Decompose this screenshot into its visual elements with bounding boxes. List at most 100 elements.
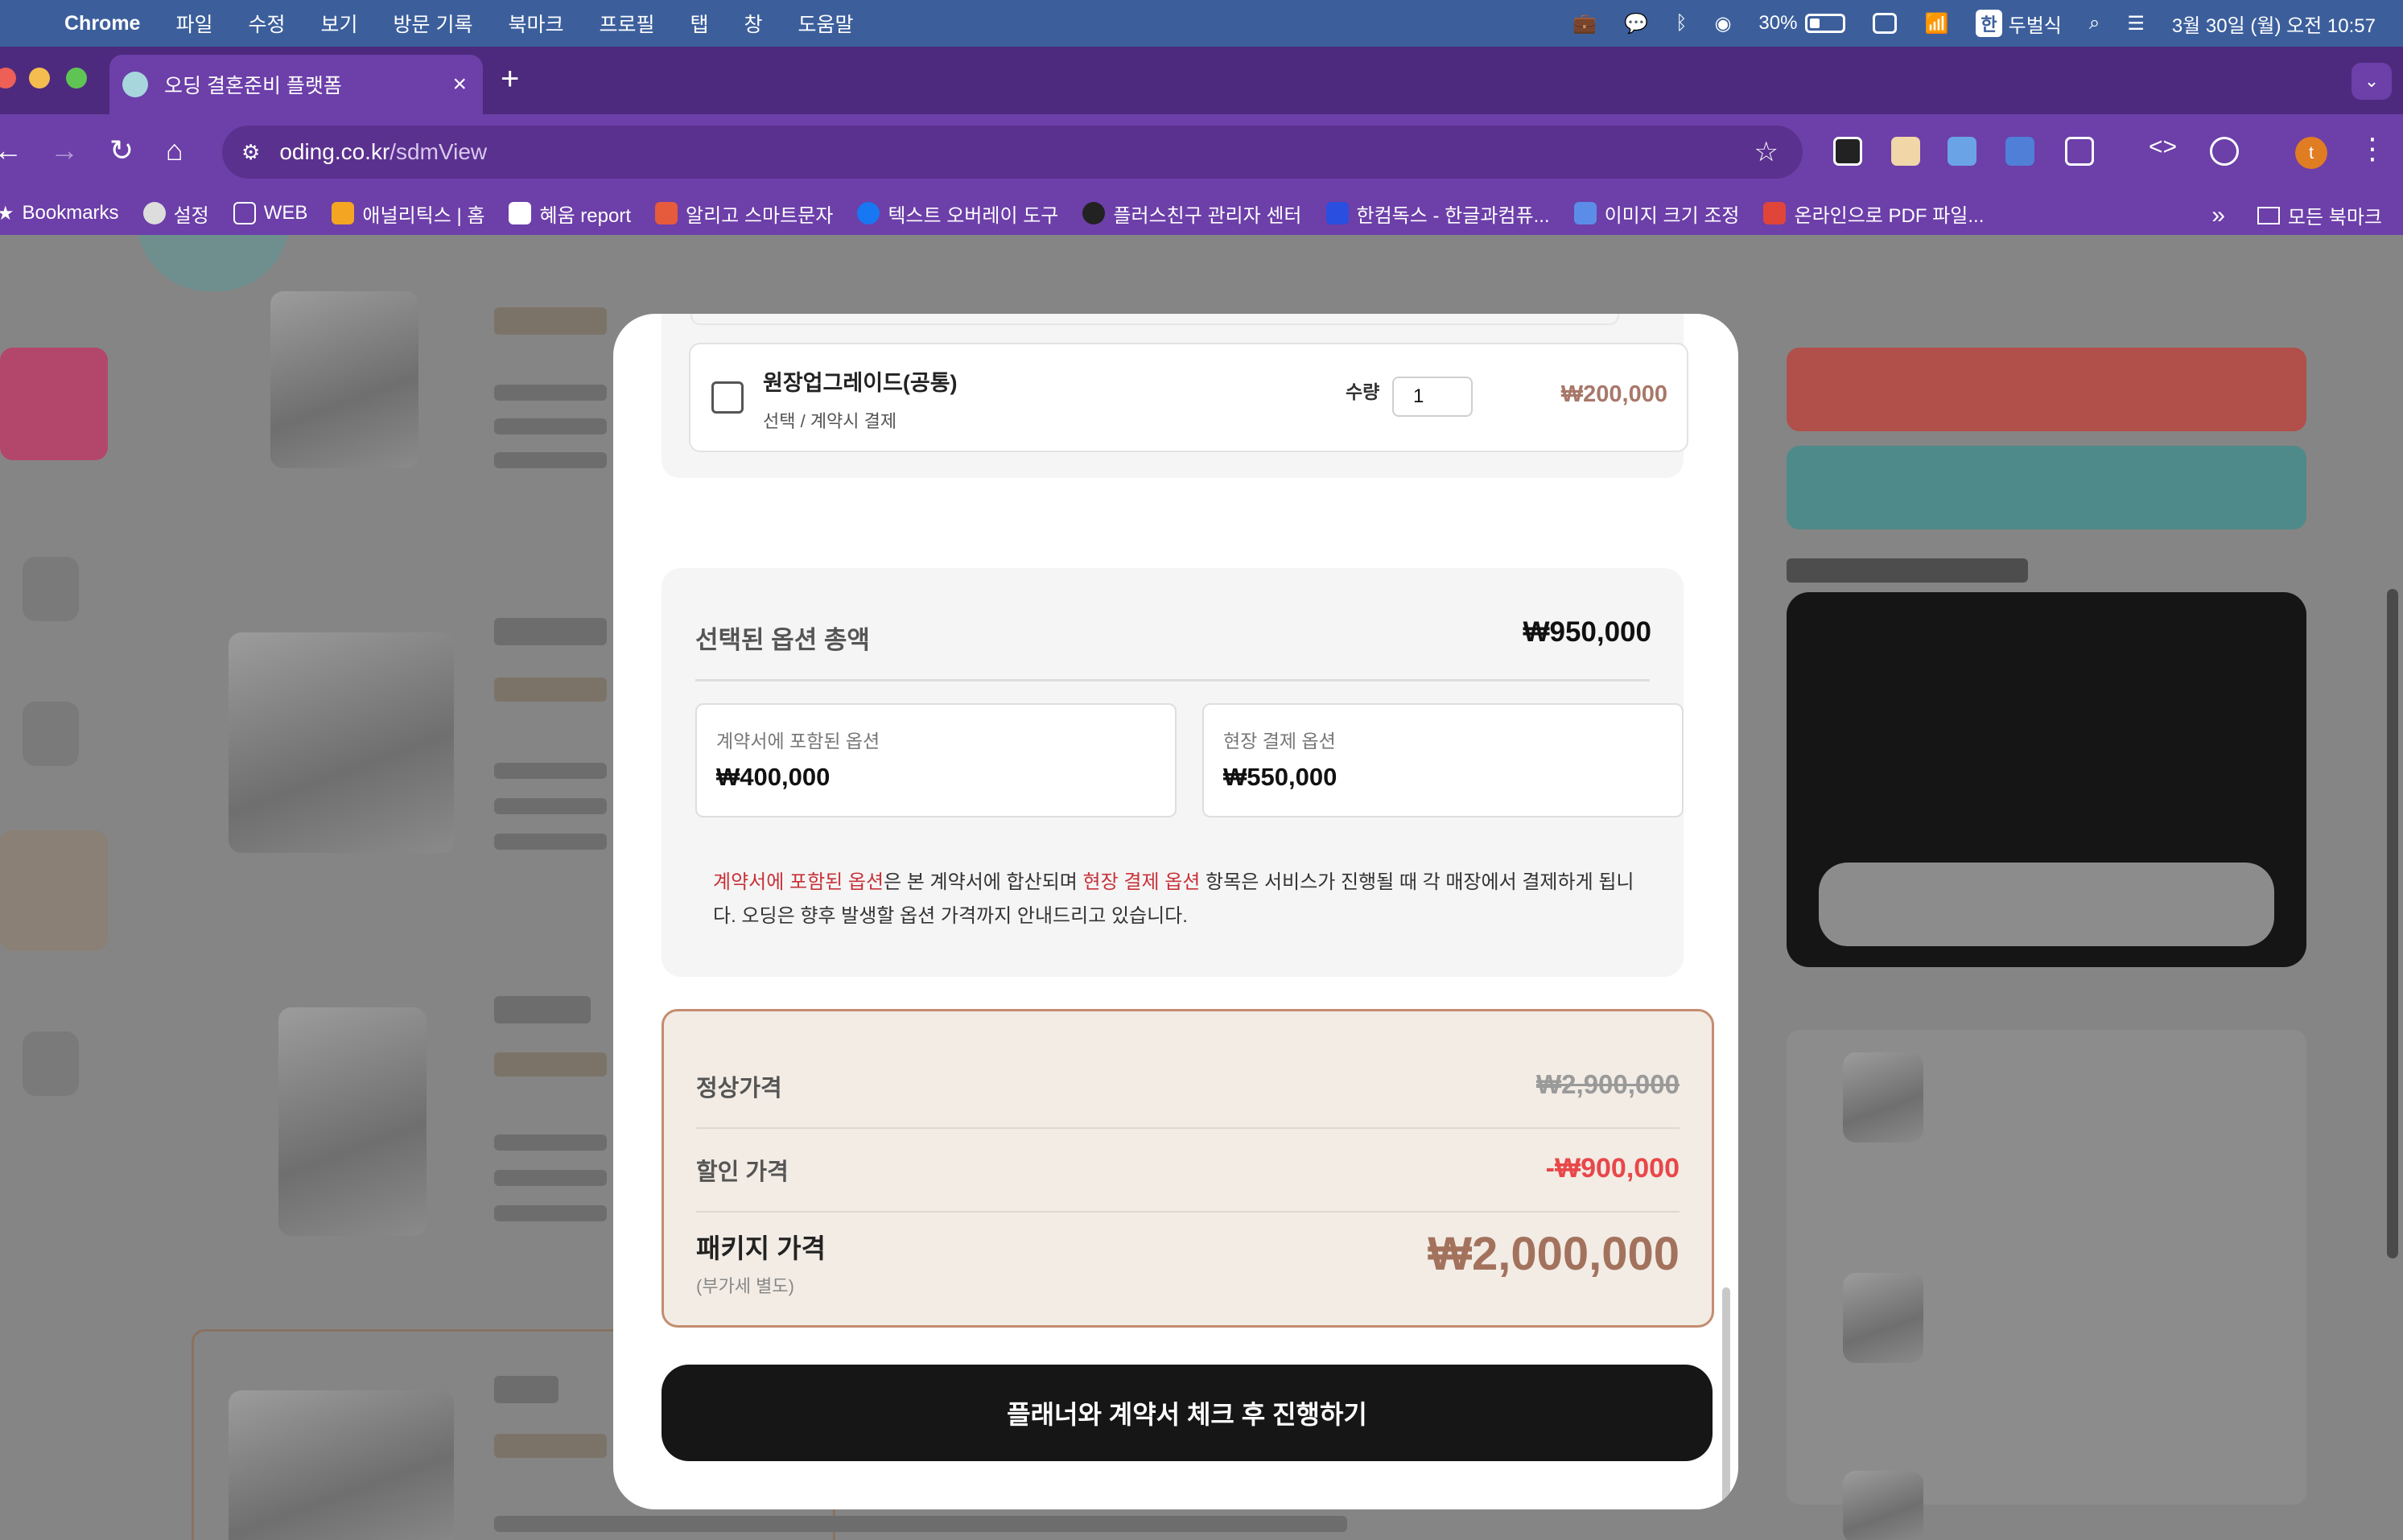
spotlight-search-icon[interactable]: ⌕ [2089, 12, 2100, 35]
image-resize-icon [1573, 202, 1597, 224]
url-host: oding.co.kr [279, 139, 390, 164]
back-button[interactable]: ← [0, 134, 23, 167]
bookmarks-bar: ★ Bookmarks 설정 WEB 애널리틱스 | 홈 혜움 report 알리… [0, 191, 2403, 235]
option-item: 원장업그레이드(공통) 선택 / 계약시 결제 수량 1 ₩200,000 [689, 343, 1688, 452]
home-button[interactable]: ⌂ [166, 134, 183, 167]
backdrop-nav [23, 1031, 79, 1096]
bookmark-star-icon[interactable]: ☆ [1754, 136, 1779, 168]
bluetooth-icon[interactable]: ᛒ [1676, 12, 1687, 35]
star-icon: ★ [0, 202, 14, 224]
address-bar[interactable]: ⚙ oding.co.kr /sdmView ☆ [222, 126, 1803, 179]
wifi-icon[interactable]: 📶 [1924, 12, 1948, 35]
backdrop-text [494, 1052, 607, 1077]
close-window-button[interactable] [0, 68, 16, 89]
profile-avatar[interactable]: t [2295, 137, 2327, 169]
backdrop-photo [278, 1007, 427, 1236]
bookmark-item[interactable]: 한컴독스 - 한글과컴퓨... [1325, 200, 1550, 228]
quantity-label: 수량 [1346, 381, 1380, 402]
note-highlight-contract: 계약서에 포함된 옵션 [713, 871, 884, 893]
regular-price-value: ₩2,900,000 [1536, 1069, 1680, 1099]
option-meta: 선택 / 계약시 결제 [763, 411, 897, 431]
site-favicon-icon [122, 72, 148, 97]
bookmark-item[interactable]: 알리고 스마트문자 [655, 200, 833, 228]
input-source[interactable]: 한 두벌식 [1976, 10, 2062, 38]
bookmark-folder[interactable]: WEB [233, 202, 307, 224]
reload-button[interactable]: ↻ [109, 134, 134, 167]
extensions-puzzle-icon[interactable] [2065, 137, 2094, 166]
bookmark-item[interactable]: 설정 [142, 200, 209, 228]
modal-scrollbar[interactable] [1722, 1287, 1730, 1505]
devtools-icon[interactable]: <> [2149, 134, 2177, 161]
summary-divider [695, 679, 1650, 681]
onsite-options-box: 현장 결제 옵션 ₩550,000 [1202, 703, 1684, 817]
macos-menu-bar: Chrome 파일 수정 보기 방문 기록 북마크 프로필 탭 창 도움말 💼 … [0, 0, 2403, 47]
chat-icon[interactable]: 💬 [1624, 12, 1648, 35]
menu-file[interactable]: 파일 [175, 9, 212, 38]
pdf-icon [1763, 202, 1787, 224]
battery-indicator[interactable]: 30% [1758, 12, 1846, 35]
bookmark-item[interactable]: 혜움 report [509, 200, 631, 228]
menu-help[interactable]: 도움말 [798, 9, 854, 38]
menu-bookmarks[interactable]: 북마크 [508, 9, 563, 38]
download-extension-icon[interactable] [1948, 137, 1976, 166]
extension-2-icon[interactable] [1891, 137, 1920, 166]
proceed-with-planner-button[interactable]: 플래너와 계약서 체크 후 진행하기 [662, 1365, 1713, 1461]
menu-tab[interactable]: 탭 [690, 9, 709, 38]
bookmark-item[interactable]: 텍스트 오버레이 도구 [857, 200, 1058, 228]
quantity-input[interactable]: 1 [1392, 377, 1473, 417]
zoom-window-button[interactable] [66, 68, 87, 89]
backdrop-text [494, 798, 607, 814]
bookmark-item[interactable]: ★ Bookmarks [0, 202, 119, 225]
backdrop-text [494, 618, 607, 645]
bookmark-item[interactable]: 이미지 크기 조정 [1573, 200, 1739, 228]
user-circle-icon[interactable]: ◉ [1714, 12, 1731, 35]
backdrop-text [494, 834, 607, 850]
tab-title: 오딩 결혼준비 플랫폼 [164, 75, 342, 97]
backdrop-nav-active [0, 348, 108, 460]
minimize-window-button[interactable] [29, 68, 50, 89]
regular-price-label: 정상가격 [696, 1076, 782, 1101]
extension-4-icon[interactable] [2005, 137, 2034, 166]
battery-percent: 30% [1758, 12, 1798, 34]
bookmarks-overflow-button[interactable]: » [2211, 202, 2225, 229]
control-center-icon[interactable]: ☰ [2127, 12, 2145, 35]
site-info-icon[interactable]: ⚙ [241, 140, 260, 165]
input-method-label: 두벌식 [2008, 14, 2062, 37]
status-area: 💼 💬 ᛒ ◉ 30% 📶 한 두벌식 ⌕ ☰ 3월 30일 (월) 오전 10… [1572, 0, 2403, 47]
settings-icon [142, 202, 166, 224]
backdrop-text [1787, 558, 2028, 583]
menu-profiles[interactable]: 프로필 [599, 9, 654, 38]
new-tab-button[interactable]: + [501, 61, 519, 97]
menu-app-chrome[interactable]: Chrome [64, 12, 140, 35]
forward-button[interactable]: → [50, 134, 79, 167]
clock[interactable]: 3월 30일 (월) 오전 10:57 [2172, 10, 2376, 38]
tab-active[interactable]: 오딩 결혼준비 플랫폼 × [109, 55, 483, 114]
briefcase-icon[interactable]: 💼 [1572, 12, 1597, 35]
summary-title: 선택된 옵션 총액 [695, 626, 870, 654]
screen-mirroring-icon[interactable] [1873, 13, 1898, 34]
backdrop-thumb [1843, 1273, 1923, 1363]
screenshot-extension-icon[interactable] [2210, 137, 2239, 166]
menu-view[interactable]: 보기 [321, 9, 358, 38]
tab-close-icon[interactable]: × [452, 71, 467, 98]
package-price-label: 패키지 가격 [696, 1233, 826, 1263]
page-scrollbar[interactable] [2387, 589, 2398, 1258]
menu-window[interactable]: 창 [744, 9, 763, 38]
menu-edit[interactable]: 수정 [248, 9, 285, 38]
channel-icon [1082, 202, 1106, 224]
price-summary-modal: 원장업그레이드(공통) 선택 / 계약시 결제 수량 1 ₩200,000 선택… [613, 314, 1738, 1509]
bookmark-item[interactable]: 애널리틱스 | 홈 [332, 200, 484, 228]
summary-note: 계약서에 포함된 옵션은 본 계약서에 합산되며 현장 결제 옵션 항목은 서비… [713, 866, 1656, 933]
backdrop-text [494, 1434, 607, 1458]
backdrop-thumb [1843, 1052, 1923, 1143]
bookmarks-right: » 모든 북마크 [2211, 201, 2382, 229]
menu-history[interactable]: 방문 기록 [394, 9, 473, 38]
extension-1-icon[interactable] [1833, 137, 1862, 166]
backdrop-nav [23, 557, 79, 621]
bookmark-item[interactable]: 온라인으로 PDF 파일... [1763, 200, 1984, 228]
all-bookmarks-button[interactable]: 모든 북마크 [2288, 201, 2382, 229]
option-checkbox[interactable] [711, 381, 744, 414]
tab-search-chevron-icon[interactable]: ⌄ [2351, 63, 2392, 100]
chrome-menu-icon[interactable]: ⋮ [2358, 132, 2387, 166]
bookmark-item[interactable]: 플러스친구 관리자 센터 [1082, 200, 1302, 228]
